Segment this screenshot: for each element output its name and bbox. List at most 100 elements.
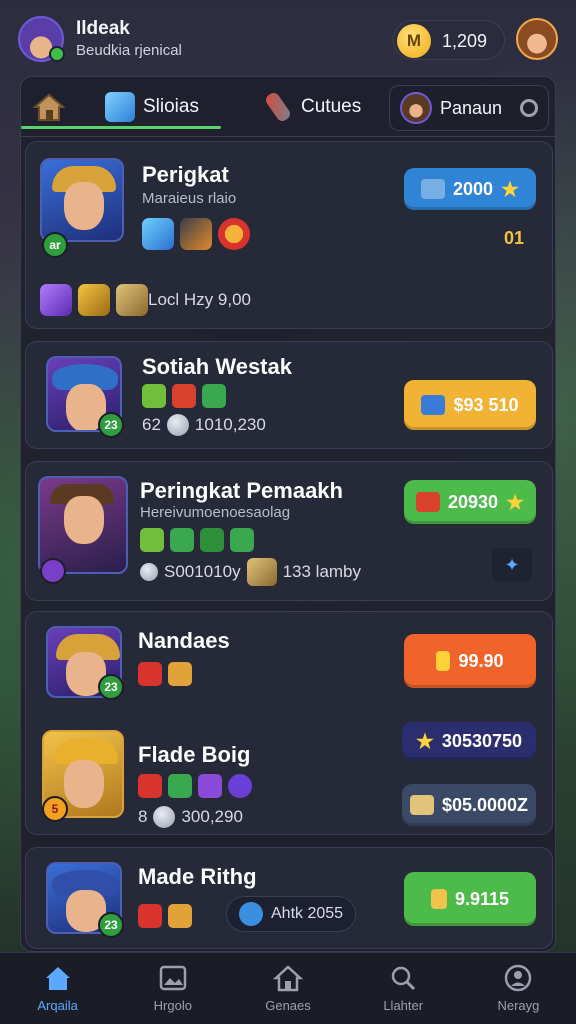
item-row: [138, 904, 192, 928]
hero-face: [64, 760, 104, 808]
app-subtitle: Beudkia rjenical: [76, 42, 182, 59]
coin-balance-value: 1,209: [442, 31, 488, 51]
nav-item-genaes[interactable]: Genaes: [230, 953, 345, 1024]
main-panel: Slioias Cutues Panaun ar Perigkat Maraie…: [20, 76, 557, 952]
level-badge: 23: [98, 912, 124, 938]
search-icon: [388, 964, 418, 992]
stat-prefix: 62: [142, 415, 161, 434]
gem-icon: [230, 528, 254, 552]
profile-avatar[interactable]: [516, 18, 558, 60]
home-icon: [43, 964, 73, 992]
coin-balance[interactable]: M 1,209: [393, 20, 505, 60]
level-badge: 23: [98, 674, 124, 700]
card-title: Perigkat: [142, 162, 229, 187]
chest-icon: [409, 795, 434, 815]
card-title: Made Rithg: [138, 864, 257, 889]
list-item[interactable]: ar Perigkat Maraieus rlaio 2000 ★ 01 Loc…: [25, 141, 553, 329]
search-icon[interactable]: [520, 99, 538, 117]
card-subtitle: Maraieus rlaio: [142, 190, 237, 207]
active-tab-indicator: [21, 126, 221, 129]
nav-label: Genaes: [265, 998, 311, 1013]
gem-icon: [416, 492, 440, 512]
bottom-nav: Arqaila Hrgolo Genaes Llahter Nerayg: [0, 952, 576, 1024]
stat-row: 8 300,290: [138, 806, 243, 828]
price-button-secondary[interactable]: $05.0000Z: [402, 784, 536, 826]
nav-label: Nerayg: [497, 998, 540, 1013]
nav-item-hrgolo[interactable]: Hrgolo: [115, 953, 230, 1024]
gem-icon: [142, 218, 174, 250]
item-row: [142, 218, 250, 250]
tab-panaun[interactable]: Panaun: [389, 85, 549, 131]
price-label: 99.90: [458, 650, 504, 671]
item-row: [142, 384, 226, 408]
hero-face: [64, 496, 104, 544]
stat-left: S001010y: [164, 562, 241, 581]
price-label: 2000: [453, 178, 494, 199]
card-title: Peringkat Pemaakh: [140, 478, 343, 503]
arrow-icon: [430, 889, 447, 909]
dice-icon: [138, 904, 162, 928]
tab-slioias-label: Slioias: [143, 96, 199, 117]
card-title: Flade Boig: [138, 742, 251, 767]
clover-icon: [202, 384, 226, 408]
tab-cutues-label: Cutues: [301, 96, 362, 117]
price-button[interactable]: 2000 ★: [404, 168, 536, 210]
magic-wand-icon[interactable]: ✦: [492, 548, 532, 582]
stat-row: S001010y 133 lamby: [140, 558, 361, 586]
price-button[interactable]: 9.9115: [404, 872, 536, 926]
item-row: [138, 774, 252, 798]
price-label: 9.9115: [454, 888, 510, 909]
clover-icon: [168, 774, 192, 798]
tab-bar: Slioias Cutues Panaun: [21, 77, 557, 137]
list-item[interactable]: 23 Made Rithg Ahtk 2055 9.9115: [25, 847, 553, 949]
heart-icon: [138, 774, 162, 798]
cube-icon: [180, 218, 212, 250]
potion-icon: [198, 774, 222, 798]
star-icon: ★: [501, 178, 519, 201]
list-item[interactable]: Peringkat Pemaakh Hereivumoenoesaolag S0…: [25, 461, 553, 601]
star-icon: ★: [415, 730, 434, 753]
price-button[interactable]: $93 510: [404, 380, 536, 430]
card-title: Nandaes: [138, 628, 230, 653]
price-button[interactable]: 20930 ★: [404, 480, 536, 524]
silver-coin-icon: [166, 414, 189, 436]
crown-icon: [78, 284, 110, 316]
stat-value: 1010,230: [194, 415, 266, 434]
mini-avatar: [400, 92, 432, 124]
price-button[interactable]: ★ 30530750: [402, 722, 536, 760]
nav-item-nerayg[interactable]: Nerayg: [461, 953, 576, 1024]
dice-icon: [138, 662, 162, 686]
home-tab-icon[interactable]: [31, 89, 67, 125]
stat-right: 133 lamby: [282, 562, 362, 581]
price-button[interactable]: 99.90: [404, 634, 536, 688]
nav-item-arqaila[interactable]: Arqaila: [0, 953, 115, 1024]
user-avatar[interactable]: [18, 16, 65, 62]
nav-item-llahter[interactable]: Llahter: [346, 953, 461, 1024]
list-group: 23 Nandaes 99.90 5 Flade Boig 8 300,290: [25, 611, 553, 835]
level-badge: ar: [42, 232, 68, 258]
silver-icon: [140, 563, 158, 581]
leaf-icon: [140, 528, 164, 552]
tab-cutues[interactable]: Cutues: [263, 87, 361, 127]
top-bar: Ildeak Beudkia rjenical M 1,209: [0, 0, 576, 78]
nav-label: Hrgolo: [153, 998, 192, 1013]
info-pill[interactable]: Ahtk 2055: [226, 896, 357, 932]
puzzle-icon: [421, 395, 446, 415]
pill-text: Ahtk 2055: [271, 905, 344, 922]
gallery-icon: [158, 964, 188, 992]
orb-icon: [228, 774, 252, 798]
treasure-icon: [246, 558, 277, 586]
stat-row: 62 1010,230: [142, 414, 266, 436]
gift-icon: [168, 904, 192, 928]
list-item[interactable]: 23 Sotiah Westak 62 1010,230 $93 510: [25, 341, 553, 449]
app-title: Ildeak: [76, 18, 130, 39]
coin-icon: M: [397, 24, 431, 58]
gift-icon: [168, 662, 192, 686]
star-icon: ★: [506, 491, 524, 514]
price-label: $05.0000Z: [441, 794, 529, 815]
stat-text: Locl Hzy 9,00: [148, 290, 251, 309]
gem-icon: [170, 528, 194, 552]
item-row: [138, 662, 192, 686]
tab-slioias[interactable]: Slioias: [21, 87, 221, 129]
card-title: Sotiah Westak: [142, 354, 292, 379]
